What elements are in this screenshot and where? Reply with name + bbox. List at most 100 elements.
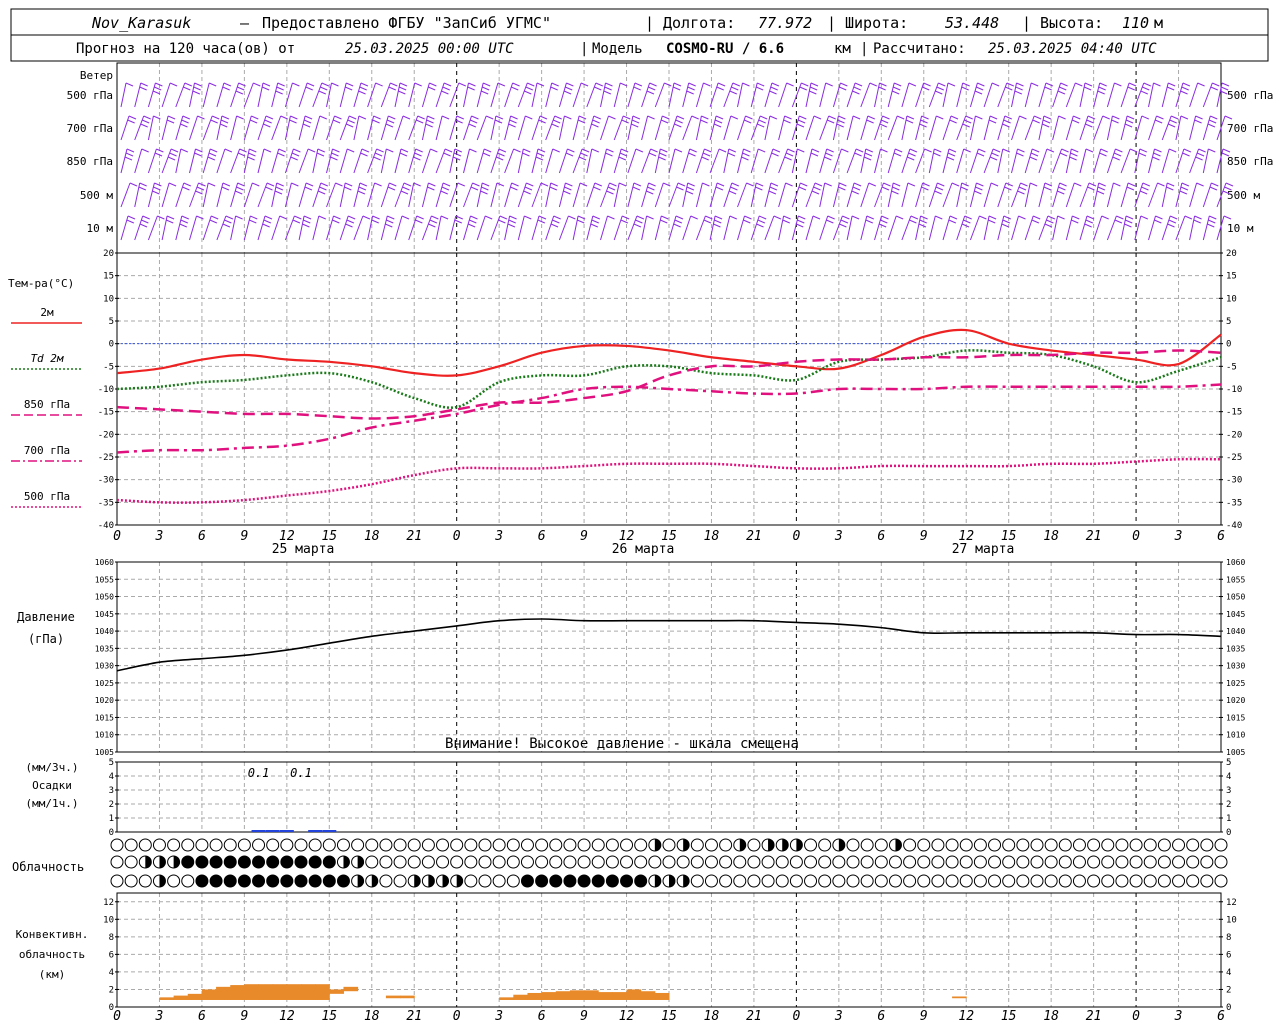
station-name: Nov_Karasuk <box>91 14 191 32</box>
temp-x-tick-label: 3 <box>155 529 164 544</box>
wind-barb-flag <box>1043 186 1052 191</box>
wind-barb-flag <box>154 182 162 187</box>
wind-barb-staff <box>586 215 594 241</box>
wind-barb-flag <box>319 186 327 191</box>
wind-barb-staff <box>517 82 528 108</box>
cloud-circle <box>1058 855 1072 869</box>
wind-barb <box>1134 182 1150 208</box>
wind-barb-flag <box>154 86 162 91</box>
wind-barb <box>408 115 425 141</box>
wind-barb-flag <box>838 115 846 120</box>
wind-barb-flag <box>796 223 804 228</box>
wind-barb-staff <box>1065 82 1076 108</box>
cloud-circle <box>605 874 619 888</box>
wind-barb-staff <box>1079 148 1087 174</box>
cloud-circle <box>520 874 534 888</box>
wind-barb-flag <box>399 152 408 157</box>
wind-barb-flag <box>481 186 489 191</box>
wind-barb <box>271 182 284 208</box>
precip-bar <box>322 830 337 832</box>
wind-barb <box>408 215 424 241</box>
wind-barb-staff <box>545 115 556 141</box>
day-labels: 25 марта 26 марта 27 марта <box>272 542 1015 557</box>
wind-barb-staff <box>408 182 415 208</box>
wind-barb-staff <box>915 215 922 241</box>
wind-barb <box>435 115 450 141</box>
wind-level-label-right: 850 гПа <box>1227 155 1273 168</box>
wind-barb-staff <box>887 182 894 208</box>
wind-barb-flag <box>1114 82 1122 87</box>
wind-barb <box>778 215 791 241</box>
wind-barb <box>737 215 752 241</box>
wind-barb-flag <box>1196 182 1204 187</box>
wind-barb-staff <box>1189 148 1200 174</box>
wind-barb <box>805 115 822 141</box>
pressure-tick-label: 1045 <box>1226 610 1245 619</box>
cloud-circle <box>704 874 718 888</box>
wind-barb-flag <box>415 148 423 153</box>
cloud-circle <box>237 874 251 888</box>
wind-barb-flag <box>293 148 301 153</box>
wind-barb <box>558 182 573 208</box>
conv-x-tick-label: 15 <box>321 1009 337 1024</box>
wind-barb-staff <box>1148 215 1156 241</box>
wind-barb-staff <box>531 182 542 208</box>
lat-label: Широта: <box>845 14 908 32</box>
wind-barb <box>284 215 302 241</box>
cloud-circle <box>747 855 761 869</box>
conv-bar <box>343 986 359 992</box>
wind-barb <box>435 182 451 208</box>
wind-barb-flag <box>454 148 462 153</box>
wind-barb-staff <box>682 115 693 141</box>
wind-barb <box>819 115 836 141</box>
wind-barb <box>901 182 916 208</box>
wind-barb-flag <box>715 186 724 191</box>
wind-barb-flag <box>622 215 630 220</box>
wind-barb <box>161 148 179 174</box>
cloud-circle <box>1016 855 1030 869</box>
wind-barb <box>942 182 960 208</box>
cloud-circle <box>945 874 959 888</box>
wind-barb-flag <box>265 186 273 191</box>
wind-barb-flag <box>361 148 370 153</box>
wind-barb-flag <box>513 148 521 153</box>
wind-barb-flag <box>237 86 245 91</box>
wind-barb-flag <box>251 115 259 120</box>
wind-barb-staff <box>463 82 469 108</box>
cloud-circle <box>138 874 152 888</box>
wind-barb-flag <box>702 152 711 157</box>
wind-barb-staff <box>627 115 634 141</box>
wind-barb-flag <box>811 148 820 153</box>
wind-barb-flag <box>1034 115 1042 120</box>
wind-barb-staff <box>969 182 977 208</box>
wind-barb <box>1038 215 1056 241</box>
wind-barb-flag <box>632 115 641 120</box>
wind-barb-flag <box>1124 223 1132 228</box>
wind-barb-flag <box>125 82 134 87</box>
wind-barb <box>421 148 438 174</box>
wind-barb <box>463 82 476 108</box>
wind-barb-staff <box>668 82 675 108</box>
cloud-circle <box>1143 874 1157 888</box>
cloud-circle <box>1002 838 1016 852</box>
wind-barb-staff <box>380 215 388 241</box>
wind-barb-flag <box>922 86 930 91</box>
cloud-circle-partial <box>357 856 364 868</box>
wind-barb-flag <box>687 182 695 187</box>
wind-barb-flag <box>143 115 151 120</box>
wind-barb-flag <box>910 215 919 220</box>
wind-barb-flag <box>374 182 382 187</box>
calc-label: Рассчитано: <box>873 41 966 57</box>
wind-barb-flag <box>430 148 438 153</box>
cloud-circle <box>266 838 280 852</box>
cloud-circle <box>662 838 676 852</box>
wind-barb-flag <box>673 82 682 87</box>
cloud-circle <box>506 874 520 888</box>
wind-barb-flag <box>1058 115 1066 120</box>
wind-barb-flag <box>127 215 136 220</box>
wind-barb-flag <box>635 219 643 224</box>
cloud-circle <box>945 838 959 852</box>
wind-barb-flag <box>512 82 520 87</box>
wind-barb-staff <box>202 82 210 108</box>
wind-barb-flag <box>934 190 942 195</box>
